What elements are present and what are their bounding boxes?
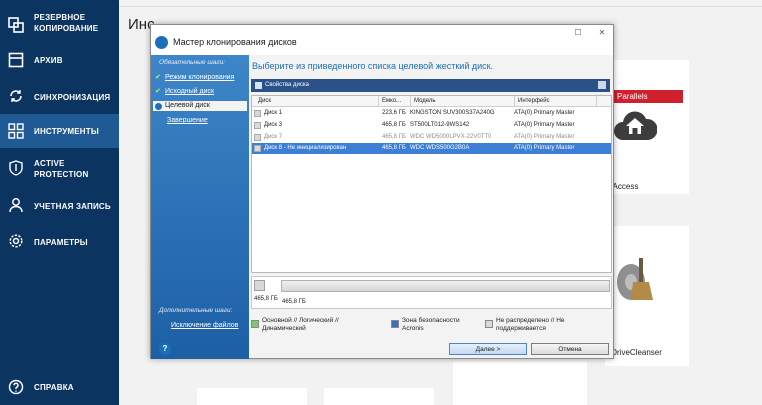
- step-clone-mode[interactable]: ✔ Режим клонирования: [153, 73, 247, 83]
- column-divider[interactable]: [596, 96, 597, 107]
- disk-total-size: 465,8 ГБ: [254, 296, 278, 302]
- archive-icon: [8, 52, 24, 68]
- toolbar-options-icon[interactable]: [598, 81, 606, 89]
- sidebar-item-active-protection[interactable]: ACTIVE PROTECTION: [0, 154, 119, 184]
- wizard-steps-panel: Обязательные шаги: ✔ Режим клонирования …: [151, 55, 249, 359]
- sync-icon: [10, 90, 22, 102]
- tool-card[interactable]: [324, 388, 434, 405]
- unallocated-size: 465,8 ГБ: [282, 299, 306, 305]
- column-divider[interactable]: [378, 96, 379, 107]
- dialog-titlebar: Мастер клонирования дисков ☐ ✕: [151, 25, 613, 55]
- sidebar-item-sync[interactable]: СИНХРОНИЗАЦИЯ: [0, 84, 119, 108]
- disk-icon: [254, 122, 261, 129]
- legend-secure-zone: Зона безопасности Acronis: [402, 317, 460, 332]
- sidebar: РЕЗЕРВНОЕ КОПИРОВАНИЕ АРХИВ СИНХРОНИЗАЦИ…: [0, 0, 119, 405]
- acronis-logo-icon: [155, 36, 168, 49]
- clone-disk-wizard-dialog: Мастер клонирования дисков ☐ ✕ Обязатель…: [150, 24, 614, 359]
- unallocated-space-bar[interactable]: [281, 280, 610, 292]
- gear-icon: [9, 234, 23, 248]
- optional-steps-header: Дополнительные шаги:: [159, 307, 233, 314]
- table-row[interactable]: Диск 3 465,8 ГБ ST500LT012-9WS142 ATA(0)…: [252, 120, 611, 131]
- column-divider[interactable]: [410, 96, 411, 107]
- sidebar-item-tools[interactable]: ИНСТРУМЕНТЫ: [0, 114, 119, 148]
- sidebar-item-label: ИНСТРУМЕНТЫ: [34, 127, 99, 136]
- disk-layout-panel: 465,8 ГБ 465,8 ГБ: [251, 276, 612, 309]
- parallels-access-card[interactable]: Parallels ls Access: [605, 60, 689, 194]
- sidebar-item-account[interactable]: УЧЕТНАЯ ЗАПИСЬ: [0, 194, 119, 218]
- disk-icon: [254, 134, 261, 141]
- step-finish[interactable]: Завершение: [153, 116, 247, 126]
- table-row-selected[interactable]: Диск 8 - Не инициализирован 465,8 ГБ WDC…: [252, 143, 611, 154]
- legend-unallocated: Не распределено // Не поддерживается: [496, 317, 565, 332]
- disk-properties-toolbar: Свойства диска: [251, 79, 610, 92]
- help-icon: [8, 379, 24, 395]
- drivecleanser-card[interactable]: s DriveCleanser: [605, 226, 689, 366]
- step-source-disk[interactable]: ✔ Исходный диск: [153, 87, 247, 97]
- grid-icon: [8, 123, 24, 139]
- parallels-badge: Parallels: [609, 90, 683, 103]
- close-button[interactable]: ✕: [595, 27, 609, 39]
- column-header[interactable]: Емко...: [382, 98, 401, 104]
- dialog-title: Мастер клонирования дисков: [173, 37, 297, 47]
- user-icon: [9, 198, 23, 213]
- table-header: Диск Емко... Модель Интерфейс: [252, 96, 611, 107]
- disk-icon: [254, 280, 265, 291]
- sidebar-item-label: АРХИВ: [34, 56, 63, 65]
- maximize-button[interactable]: ☐: [571, 27, 585, 39]
- sidebar-item-label: УЧЕТНАЯ ЗАПИСЬ: [34, 202, 111, 211]
- sidebar-item-settings[interactable]: ПАРАМЕТРЫ: [0, 230, 119, 254]
- checkmark-icon: ✔: [155, 88, 161, 95]
- remote-home-icon: [614, 111, 657, 140]
- broom-disk-icon: [617, 258, 653, 300]
- sidebar-item-archive[interactable]: АРХИВ: [0, 48, 119, 72]
- cancel-button[interactable]: Отмена: [531, 343, 609, 355]
- sidebar-item-help[interactable]: СПРАВКА: [0, 376, 119, 398]
- disk-table: Диск Емко... Модель Интерфейс Диск 1 223…: [251, 95, 612, 273]
- divider: [119, 6, 762, 7]
- legend-swatch-unallocated: [485, 320, 493, 328]
- legend-primary: Основной // Логический // Динамический: [262, 317, 339, 332]
- disk-properties-button[interactable]: Свойства диска: [265, 82, 309, 88]
- sidebar-item-label: ПАРАМЕТРЫ: [34, 238, 88, 247]
- checkmark-icon: ✔: [155, 74, 161, 81]
- legend-swatch-primary: [251, 320, 259, 328]
- current-step-icon: [155, 103, 162, 110]
- sidebar-item-label: СИНХРОНИЗАЦИЯ: [34, 93, 111, 102]
- step-file-exclusion[interactable]: Исключение файлов: [153, 321, 247, 331]
- instruction-text: Выберите из приведенного списка целевой …: [252, 61, 494, 71]
- sidebar-item-label: СПРАВКА: [34, 383, 74, 392]
- column-header[interactable]: Модель: [414, 98, 436, 104]
- shield-icon: [9, 160, 23, 176]
- table-row[interactable]: Диск 1 223,6 ГБ KINGSTON SUV300S37A240G …: [252, 108, 611, 119]
- sidebar-item-backup[interactable]: РЕЗЕРВНОЕ КОПИРОВАНИЕ: [0, 8, 119, 42]
- step-target-disk[interactable]: Целевой диск: [153, 101, 247, 111]
- help-button[interactable]: ?: [159, 343, 171, 355]
- tool-card[interactable]: [197, 388, 307, 405]
- column-header[interactable]: Диск: [258, 98, 271, 104]
- required-steps-header: Обязательные шаги:: [159, 59, 225, 66]
- column-divider[interactable]: [514, 96, 515, 107]
- tool-card[interactable]: [453, 362, 587, 405]
- sidebar-item-label: ACTIVE PROTECTION: [34, 159, 89, 179]
- disk-icon: [254, 110, 261, 117]
- legend-swatch-secure-zone: [391, 320, 399, 328]
- disk-icon: [254, 145, 261, 152]
- table-row[interactable]: Диск 7 465,8 ГБ WDC WD5000LPVX-22V0TT0 A…: [252, 132, 611, 143]
- properties-icon: [255, 82, 262, 89]
- column-header[interactable]: Интерфейс: [518, 98, 550, 104]
- copy-icon: [8, 17, 24, 33]
- next-button[interactable]: Далее >: [449, 343, 527, 355]
- sidebar-item-label: РЕЗЕРВНОЕ КОПИРОВАНИЕ: [34, 13, 99, 33]
